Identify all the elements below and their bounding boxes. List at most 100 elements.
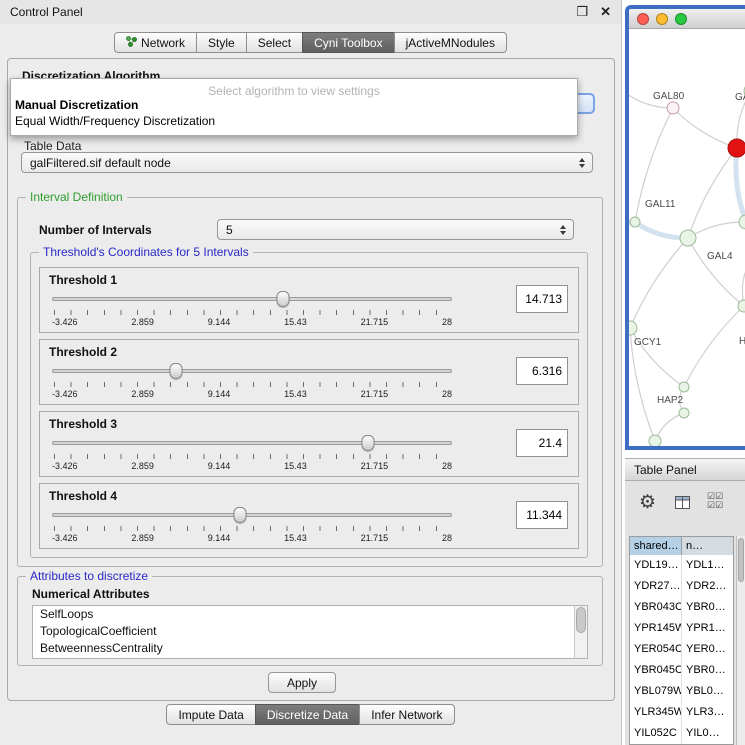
close-traffic-light[interactable] [637, 13, 649, 25]
slider-thumb[interactable] [361, 435, 374, 451]
control-panel-titlebar: Control Panel ❒ ✕ [0, 0, 621, 24]
attribute-list[interactable]: SelfLoopsTopologicalCoefficientBetweenne… [32, 605, 588, 659]
table-cell: YBL0… [682, 681, 733, 702]
combo-spinner-icon [579, 158, 585, 168]
network-node[interactable] [728, 139, 745, 157]
slider-scale: -3.4262.8599.14415.4321.71528 [52, 389, 452, 399]
algorithm-option-equal-width-frequency-discretization[interactable]: Equal Width/Frequency Discretization [11, 113, 577, 129]
threshold-slider-2[interactable]: -3.4262.8599.14415.4321.71528 [52, 362, 452, 402]
tab-label: Infer Network [371, 708, 442, 722]
attribute-item-topologicalcoefficient[interactable]: TopologicalCoefficient [33, 623, 587, 640]
tab-select[interactable]: Select [246, 32, 303, 53]
scrollbar-thumb[interactable] [738, 538, 744, 582]
slider-track [52, 297, 452, 301]
network-edge [684, 306, 744, 387]
control-panel-body: Discretization Algorithm Table Data galF… [7, 58, 615, 701]
table-cell: YER054C [630, 639, 682, 660]
scale-label: 15.43 [284, 533, 307, 543]
threshold-slider-1[interactable]: -3.4262.8599.14415.4321.71528 [52, 290, 452, 330]
network-edge [630, 238, 688, 328]
network-edge [673, 108, 737, 148]
attribute-item-betweennesscentrality[interactable]: BetweennessCentrality [33, 640, 587, 657]
number-of-intervals-value: 5 [226, 223, 233, 237]
tab-network[interactable]: Network [114, 32, 197, 53]
slider-thumb[interactable] [276, 291, 289, 307]
table-row[interactable]: YDR27…YDR2… [630, 576, 733, 597]
close-icon[interactable]: ✕ [600, 0, 611, 24]
table-scrollbar[interactable] [736, 536, 745, 745]
columns-icon[interactable] [675, 496, 690, 514]
tab-style[interactable]: Style [196, 32, 247, 53]
table-data-combobox[interactable]: galFiltered.sif default node [21, 152, 593, 173]
tab-label: Network [141, 36, 185, 50]
network-node[interactable] [679, 408, 689, 418]
table-cell: YPR145W [630, 618, 682, 639]
zoom-traffic-light[interactable] [675, 13, 687, 25]
table-row[interactable]: YPR145WYPR1… [630, 618, 733, 639]
scale-label: -3.426 [52, 317, 78, 327]
minimize-traffic-light[interactable] [656, 13, 668, 25]
algorithm-option-manual-discretization[interactable]: Manual Discretization [11, 97, 577, 113]
table-row[interactable]: YDL19…YDL1… [630, 555, 733, 576]
network-node[interactable] [739, 215, 745, 229]
network-view-window: GAL80GA…GAL11GAL4GCY1H…HAP2 [625, 5, 745, 450]
control-panel-title: Control Panel [10, 5, 83, 19]
threshold-slider-4[interactable]: -3.4262.8599.14415.4321.71528 [52, 506, 452, 546]
apply-button[interactable]: Apply [268, 672, 336, 693]
threshold-label: Threshold 4 [49, 489, 117, 503]
tab-impute-data[interactable]: Impute Data [166, 704, 255, 725]
select-columns-icon[interactable]: ☑☑☑☑ [707, 492, 723, 510]
table-row[interactable]: YBL079WYBL0… [630, 681, 733, 702]
slider-thumb[interactable] [233, 507, 246, 523]
table-row[interactable]: YBR045CYBR0… [630, 660, 733, 681]
scale-label: -3.426 [52, 461, 78, 471]
scale-label: 21.715 [361, 389, 389, 399]
thresholds-group-title: Threshold's Coordinates for 5 Intervals [39, 245, 253, 259]
float-window-icon[interactable]: ❒ [576, 0, 588, 24]
table-cell: YPR1… [682, 618, 733, 639]
gear-icon[interactable]: ⚙ [639, 491, 656, 514]
threshold-box-3: Threshold 3-3.4262.8599.14415.4321.71528… [39, 411, 579, 477]
tab-cyni-toolbox[interactable]: Cyni Toolbox [302, 32, 394, 53]
attribute-item-selfloops[interactable]: SelfLoops [33, 606, 587, 623]
algorithm-combobox-arrow[interactable] [578, 93, 595, 114]
threshold-value-field[interactable]: 14.713 [516, 285, 568, 313]
table-row[interactable]: YLR345WYLR3… [630, 702, 733, 723]
column-header-2[interactable]: n… [682, 537, 733, 555]
threshold-value-field[interactable]: 6.316 [516, 357, 568, 385]
control-panel: Control Panel ❒ ✕ Network StyleSelectCyni… [0, 0, 622, 745]
algorithm-placeholder-option[interactable]: Select algorithm to view settings [11, 79, 577, 97]
tab-infer-network[interactable]: Infer Network [359, 704, 454, 725]
slider-ticks [54, 382, 451, 387]
network-node[interactable] [679, 382, 689, 392]
network-node[interactable] [738, 300, 745, 312]
column-header-1[interactable]: shared… [630, 537, 682, 555]
threshold-slider-3[interactable]: -3.4262.8599.14415.4321.71528 [52, 434, 452, 474]
tab-discretize-data[interactable]: Discretize Data [255, 704, 360, 725]
network-node-label: GAL11 [645, 199, 676, 210]
table-row[interactable]: YIL052CYIL0… [630, 723, 733, 744]
number-of-intervals-combobox[interactable]: 5 [217, 219, 574, 240]
table-row[interactable]: YER054CYER0… [630, 639, 733, 660]
table-data-value: galFiltered.sif default node [30, 156, 171, 170]
network-node[interactable] [629, 321, 637, 335]
scale-label: -3.426 [52, 533, 78, 543]
table-cell: YDL19… [630, 555, 682, 576]
network-window-titlebar[interactable] [629, 9, 745, 29]
network-node[interactable] [630, 217, 640, 227]
attribute-list-scrollbar[interactable] [574, 606, 587, 658]
threshold-box-1: Threshold 1-3.4262.8599.14415.4321.71528… [39, 267, 579, 333]
table-cell: YBR045C [630, 660, 682, 681]
network-node[interactable] [667, 102, 679, 114]
threshold-value-field[interactable]: 21.4 [516, 429, 568, 457]
scrollbar-thumb[interactable] [576, 607, 586, 633]
threshold-value-field[interactable]: 11.344 [516, 501, 568, 529]
threshold-box-4: Threshold 4 -3.4262.8599.14415.4321.71528… [39, 483, 579, 549]
network-node[interactable] [680, 230, 696, 246]
network-node[interactable] [649, 435, 661, 446]
slider-ticks [54, 454, 451, 459]
tab-jactivemnodules[interactable]: jActiveMNodules [394, 32, 507, 53]
table-row[interactable]: YBR043CYBR0… [630, 597, 733, 618]
slider-thumb[interactable] [169, 363, 182, 379]
network-canvas[interactable]: GAL80GA…GAL11GAL4GCY1H…HAP2 [629, 29, 745, 446]
